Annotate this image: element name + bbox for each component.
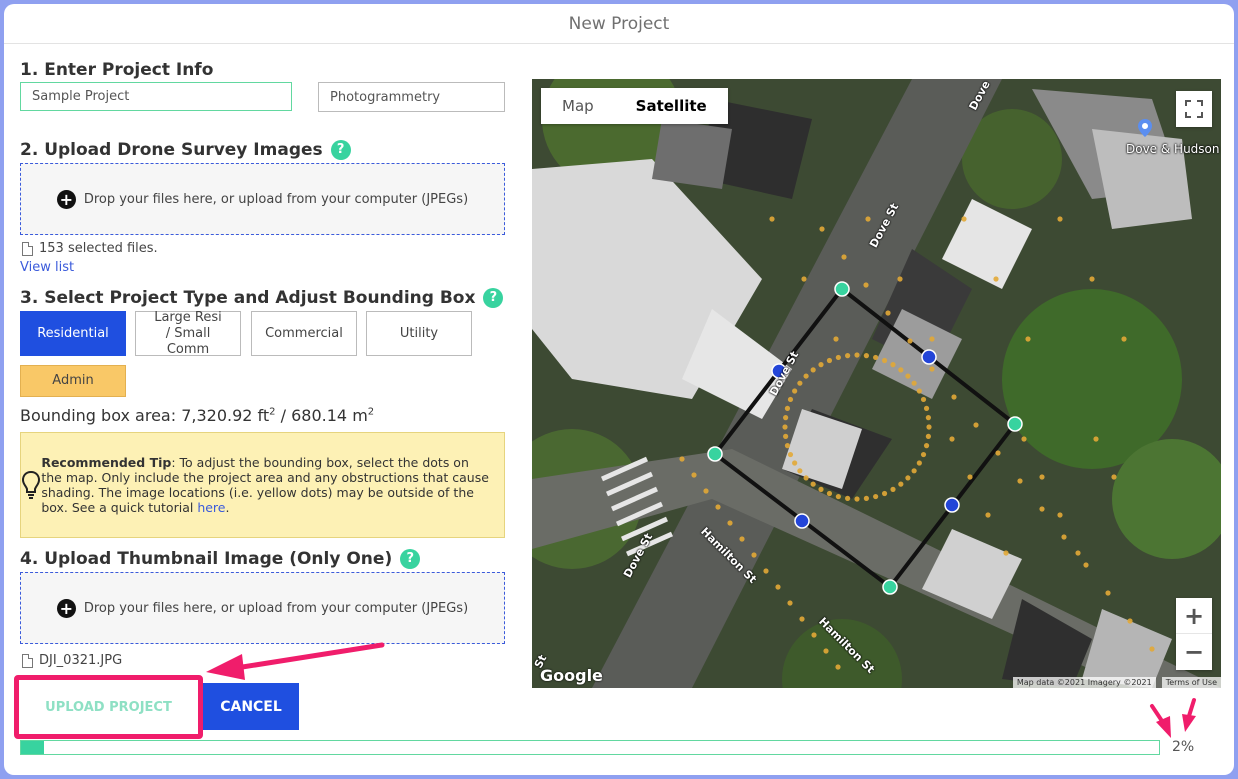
- fullscreen-icon[interactable]: [1176, 91, 1212, 127]
- map-pin-icon[interactable]: [1138, 119, 1152, 137]
- section-1-title: 1. Enter Project Info: [20, 60, 214, 80]
- zoom-in-button[interactable]: +: [1176, 598, 1212, 634]
- modal-title: New Project: [4, 4, 1234, 44]
- help-icon[interactable]: ?: [330, 140, 351, 160]
- map-attribution: Map data ©2021 Imagery ©2021 Terms of Us…: [1012, 677, 1221, 688]
- terms-of-use-link[interactable]: Terms of Use: [1161, 677, 1221, 688]
- plus-circle-icon: +: [56, 189, 76, 209]
- project-category-select[interactable]: Photogrammetry: [318, 82, 505, 112]
- zoom-out-button[interactable]: −: [1176, 634, 1212, 670]
- satellite-map[interactable]: Dove Dove St Dove St Dove St Hamilton St…: [532, 79, 1221, 688]
- upload-progress-bar: [20, 740, 1160, 755]
- type-residential-button[interactable]: Residential: [20, 311, 126, 356]
- bbox-handle-mid[interactable]: [944, 497, 960, 513]
- poi-label: Dove & Hudson: [1126, 142, 1220, 156]
- bbox-handle-corner[interactable]: [834, 281, 850, 297]
- survey-images-dropzone[interactable]: + Drop your files here, or upload from y…: [20, 163, 505, 235]
- bounding-box-area: Bounding box area: 7,320.92 ft2 / 680.14…: [20, 406, 375, 425]
- new-project-modal: New Project 1. Enter Project Info Sample…: [4, 4, 1234, 775]
- help-icon[interactable]: ?: [400, 549, 421, 569]
- file-icon: [22, 241, 33, 256]
- file-icon: [22, 653, 33, 668]
- plus-circle-icon: +: [56, 598, 76, 618]
- map-type-toggle: Map Satellite: [541, 88, 728, 124]
- section-3-title: 3. Select Project Type and Adjust Boundi…: [20, 288, 504, 308]
- map-type-satellite-button[interactable]: Satellite: [615, 88, 728, 124]
- thumbnail-dropzone[interactable]: + Drop your files here, or upload from y…: [20, 572, 505, 644]
- project-name-input[interactable]: Sample Project: [20, 82, 292, 111]
- tutorial-link[interactable]: here: [197, 500, 225, 515]
- section-4-title: 4. Upload Thumbnail Image (Only One) ?: [20, 549, 421, 569]
- thumbnail-file-info: DJI_0321.JPG: [22, 653, 122, 668]
- help-icon[interactable]: ?: [483, 288, 504, 308]
- progress-percent: 2%: [1172, 739, 1195, 755]
- bbox-handle-corner[interactable]: [707, 446, 723, 462]
- bbox-handle-mid[interactable]: [794, 513, 810, 529]
- recommended-tip-box: Recommended Tip: To adjust the bounding …: [20, 432, 505, 538]
- lightbulb-icon: [21, 470, 41, 500]
- google-logo: Google: [540, 666, 603, 685]
- view-list-link[interactable]: View list: [20, 260, 74, 275]
- upload-project-button[interactable]: UPLOAD PROJECT: [14, 675, 203, 739]
- map-type-map-button[interactable]: Map: [541, 88, 615, 124]
- type-commercial-button[interactable]: Commercial: [251, 311, 357, 356]
- section-2-title: 2. Upload Drone Survey Images ?: [20, 140, 351, 160]
- bbox-handle-corner[interactable]: [882, 579, 898, 595]
- zoom-controls: + −: [1176, 598, 1212, 670]
- type-utility-button[interactable]: Utility: [366, 311, 472, 356]
- tip-text: Recommended Tip: To adjust the bounding …: [41, 455, 489, 515]
- map-data-attribution: Map data ©2021 Imagery ©2021: [1012, 677, 1156, 688]
- cancel-button[interactable]: CANCEL: [203, 683, 299, 730]
- bbox-handle-mid[interactable]: [921, 349, 937, 365]
- selected-files-info: 153 selected files.: [22, 241, 158, 256]
- bounding-box-handles[interactable]: [532, 79, 1221, 688]
- upload-progress-fill: [21, 741, 44, 754]
- bbox-handle-corner[interactable]: [1007, 416, 1023, 432]
- type-admin-button[interactable]: Admin: [20, 365, 126, 397]
- type-large-resi-button[interactable]: Large Resi / Small Comm: [135, 310, 241, 357]
